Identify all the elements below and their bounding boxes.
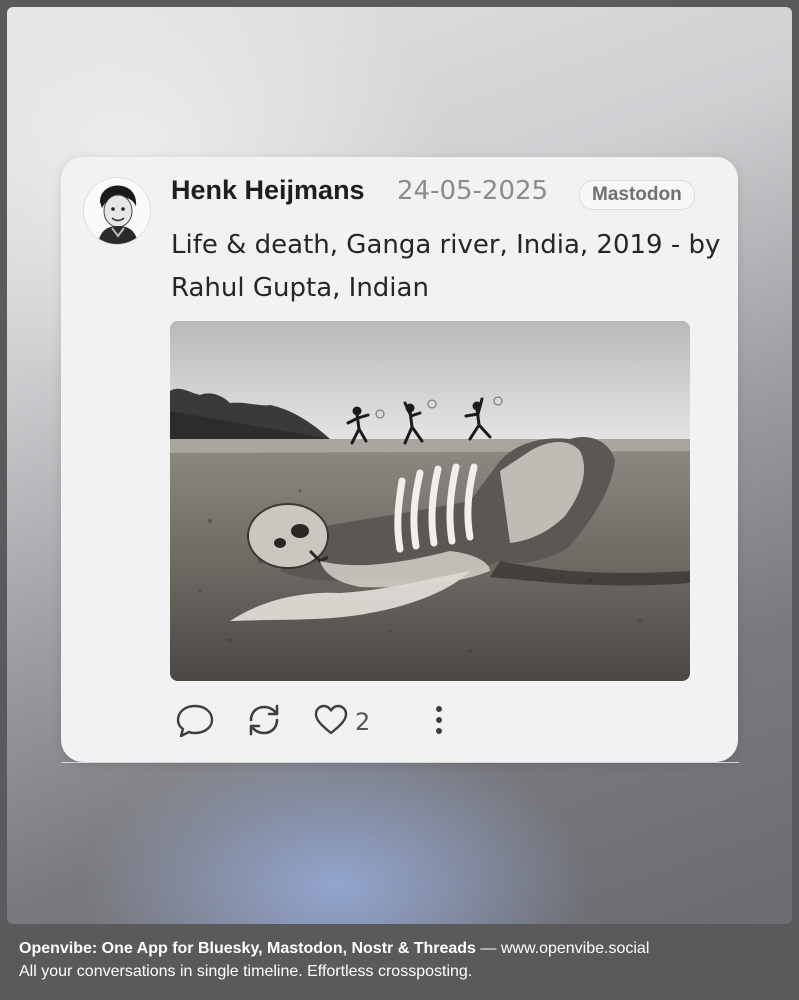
repost-arrows-icon: [243, 700, 285, 744]
author-avatar[interactable]: [83, 177, 151, 245]
network-badge: Mastodon: [579, 180, 695, 210]
promo-footer: Openvibe: One App for Bluesky, Mastodon,…: [19, 937, 789, 983]
post-photo[interactable]: [170, 321, 690, 681]
more-options-button[interactable]: [433, 697, 445, 747]
repost-button[interactable]: [243, 697, 285, 747]
vertical-ellipsis-icon: [433, 702, 445, 742]
footer-line-1: Openvibe: One App for Bluesky, Mastodon,…: [19, 937, 789, 960]
post-card[interactable]: Henk Heijmans 24-05-2025 Mastodon Life &…: [61, 157, 738, 762]
post-date[interactable]: 24-05-2025: [397, 176, 548, 206]
reply-button[interactable]: [175, 697, 215, 747]
card-divider: [61, 762, 739, 763]
footer-separator: —: [475, 940, 501, 957]
footer-tagline: All your conversations in single timelin…: [19, 963, 473, 980]
post-body-text: Life & death, Ganga river, India, 2019 -…: [171, 230, 721, 303]
like-count: 2: [355, 708, 371, 736]
like-button[interactable]: 2: [313, 697, 370, 747]
footer-url[interactable]: www.openvibe.social: [501, 940, 650, 957]
speech-bubble-icon: [175, 700, 215, 744]
footer-title: Openvibe: One App for Bluesky, Mastodon,…: [19, 940, 476, 957]
author-name[interactable]: Henk Heijmans: [171, 175, 365, 206]
post-actions: 2: [175, 697, 475, 747]
heart-icon: [313, 702, 349, 742]
